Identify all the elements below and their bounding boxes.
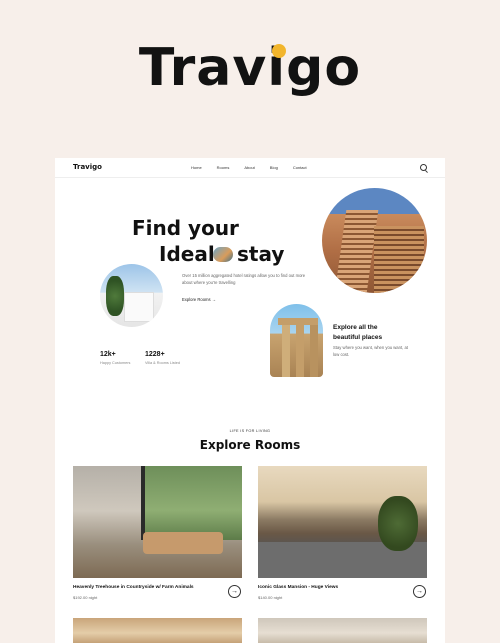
room-card-image[interactable] xyxy=(258,618,427,643)
room-card-price: $140.00 night xyxy=(258,595,283,600)
ruins-photo-arch xyxy=(270,304,323,377)
arrow-right-icon[interactable]: → xyxy=(228,585,241,598)
stat-listings-value: 1228+ xyxy=(145,351,165,358)
nav-brand[interactable]: Travigo xyxy=(73,163,102,171)
room-card-image[interactable] xyxy=(73,466,242,578)
explore-places-description: Stay where you want, when you want, at l… xyxy=(333,345,408,357)
explore-places-title: Explore all the beautiful places xyxy=(333,324,383,341)
brand-logo: Travigo xyxy=(138,38,362,98)
website-preview: Travigo Home Rooms About Blog Contact Fi… xyxy=(55,158,445,643)
nav-links: Home Rooms About Blog Contact xyxy=(191,165,307,170)
room-card-title[interactable]: Iconic Glass Mansion - Huge Views xyxy=(258,585,338,590)
nav-link-about[interactable]: About xyxy=(244,165,254,170)
nav-link-contact[interactable]: Contact xyxy=(293,165,307,170)
hero-title-stay: stay xyxy=(237,242,285,266)
hero-inline-photo xyxy=(213,247,233,262)
hero-title-ideal: Ideal xyxy=(159,242,215,266)
nav-link-home[interactable]: Home xyxy=(191,165,202,170)
room-card-title[interactable]: Heavenly Treehouse in Countryside w/ Far… xyxy=(73,585,194,590)
stat-customers-value: 12k+ xyxy=(100,351,116,358)
nav-link-blog[interactable]: Blog xyxy=(270,165,278,170)
arrow-right-icon[interactable]: → xyxy=(413,585,426,598)
villa-photo-circle xyxy=(100,264,163,327)
explore-rooms-link[interactable]: Explore Rooms → xyxy=(182,297,216,302)
hero-title-line1: Find your xyxy=(132,216,239,240)
room-card-image[interactable] xyxy=(73,618,242,643)
room-card-image[interactable] xyxy=(258,466,427,578)
hotel-photo-circle xyxy=(322,188,427,293)
hero-description: Over 15 million aggregated hotel ratings… xyxy=(182,273,306,285)
rooms-section-title: Explore Rooms xyxy=(199,438,301,452)
stat-customers-label: Happy Customers xyxy=(100,361,131,365)
nav-link-rooms[interactable]: Rooms xyxy=(217,165,230,170)
rooms-eyebrow: LIFE IS FOR LIVING xyxy=(229,429,271,433)
navbar: Travigo Home Rooms About Blog Contact xyxy=(55,158,445,178)
stat-listings-label: Villa & Rooms Listed xyxy=(145,361,180,365)
logo-dot xyxy=(272,44,286,58)
search-icon[interactable] xyxy=(420,164,427,171)
room-card-price: $192.00 night xyxy=(73,595,98,600)
